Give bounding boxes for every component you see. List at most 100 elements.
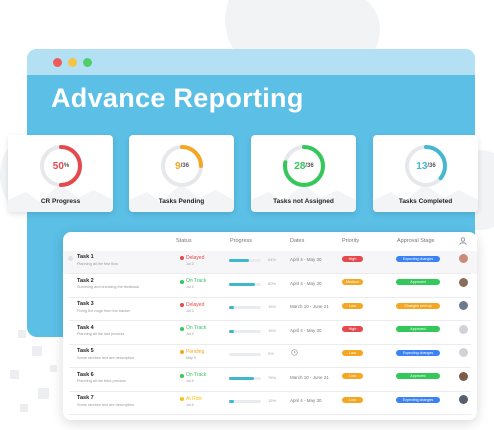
status-dot bbox=[180, 303, 184, 307]
maximize-window-dot[interactable] bbox=[83, 58, 92, 67]
task-dates: April 4 - May 30 bbox=[290, 398, 322, 403]
close-window-dot[interactable] bbox=[53, 58, 62, 67]
progress-bar bbox=[229, 306, 261, 309]
task-dates: April 4 - May 30 bbox=[290, 280, 322, 286]
status-label: On Track bbox=[186, 372, 207, 378]
minimize-window-dot[interactable] bbox=[68, 58, 77, 67]
stat-number: 28 bbox=[294, 160, 306, 172]
progress-bar bbox=[229, 400, 261, 403]
task-description: Some random text are description bbox=[77, 402, 134, 407]
approval-badge[interactable]: Expecting changes bbox=[396, 255, 440, 262]
status-dot bbox=[180, 279, 184, 284]
avatar[interactable] bbox=[459, 254, 468, 263]
task-description: Summing and checking the feedback bbox=[77, 285, 140, 289]
stat-number: 50 bbox=[52, 160, 64, 172]
approval-badge[interactable]: Expecting changes bbox=[396, 396, 440, 403]
avatar[interactable] bbox=[459, 277, 468, 287]
task-dates: April 4 - May 30 bbox=[290, 257, 322, 262]
priority-badge[interactable]: High bbox=[342, 326, 363, 332]
progress-fill bbox=[229, 376, 254, 380]
status-label: Delayed bbox=[186, 301, 205, 308]
priority-badge[interactable]: Low bbox=[342, 349, 363, 356]
row-select-checkbox[interactable] bbox=[68, 256, 73, 261]
stat-suffix: /36 bbox=[180, 163, 189, 169]
header-progress: Progress bbox=[230, 238, 253, 244]
progress-percent: 80% bbox=[268, 280, 277, 286]
avatar[interactable] bbox=[459, 324, 468, 334]
status-dot bbox=[180, 373, 184, 378]
task-description: Planning all the third process bbox=[77, 379, 126, 383]
avatar[interactable] bbox=[459, 301, 468, 310]
task-dates: March 10 - June 21 bbox=[290, 374, 329, 380]
task-description: Planning all the first flow bbox=[77, 261, 118, 266]
stat-suffix: /36 bbox=[305, 163, 314, 169]
approval-badge[interactable]: Expecting changes bbox=[396, 349, 440, 356]
avatar[interactable] bbox=[459, 348, 468, 357]
status-date: Jul 4 bbox=[186, 402, 194, 407]
decorative-pixel bbox=[38, 388, 49, 399]
stat-card[interactable]: 9/36 Tasks Pending bbox=[129, 135, 234, 212]
table-row[interactable]: Task 7 Some random text are description At… bbox=[63, 392, 477, 415]
stat-card[interactable]: 13/36 Tasks Completed bbox=[373, 135, 478, 212]
progress-percent: 15% bbox=[268, 304, 277, 309]
table-row[interactable]: Task 1 Planning all the first flow Delayed… bbox=[63, 251, 477, 274]
decorative-pixel bbox=[10, 370, 19, 379]
table-row[interactable]: Task 6 Planning all the third process On T… bbox=[63, 369, 477, 392]
task-dates: March 10 - June 21 bbox=[290, 304, 329, 309]
table-row[interactable]: Task 4 Planning all the last process On Tr… bbox=[63, 322, 477, 345]
priority-badge[interactable]: Low bbox=[342, 396, 363, 403]
task-name: Task 3 bbox=[77, 301, 94, 307]
approval-badge[interactable]: Approved bbox=[396, 279, 440, 285]
priority-badge[interactable]: High bbox=[342, 255, 363, 262]
task-dates: April 4 - May 30 bbox=[290, 327, 322, 333]
task-name: Task 7 bbox=[77, 395, 94, 401]
status-date: Jul 3 bbox=[186, 308, 194, 313]
task-description: Fixing the bugs from the tracker bbox=[77, 308, 131, 313]
priority-badge[interactable]: Low bbox=[342, 302, 363, 309]
stat-value: 50% bbox=[38, 143, 84, 189]
header-approval: Approval Stage bbox=[397, 238, 435, 244]
status-dot bbox=[180, 397, 184, 401]
stat-label: Tasks not Assigned bbox=[273, 198, 334, 205]
row-divider bbox=[69, 414, 471, 415]
decorative-pixel bbox=[50, 365, 57, 372]
progress-percent: 78% bbox=[268, 374, 277, 380]
stat-label: Tasks Pending bbox=[158, 198, 205, 205]
status-dot bbox=[180, 256, 184, 260]
header-priority: Priority bbox=[342, 238, 360, 244]
header-status: Status bbox=[176, 238, 192, 244]
stat-card[interactable]: 28/36 Tasks not Assigned bbox=[251, 135, 356, 212]
clock-icon[interactable] bbox=[291, 349, 298, 356]
progress-fill bbox=[229, 329, 234, 333]
avatar[interactable] bbox=[459, 371, 468, 381]
decorative-pixel bbox=[18, 330, 26, 338]
status-dot bbox=[180, 350, 184, 354]
stat-label: Tasks Completed bbox=[398, 198, 453, 205]
status-label: Pending bbox=[186, 348, 205, 355]
priority-badge[interactable]: Medium bbox=[342, 279, 363, 285]
progress-bar bbox=[229, 329, 261, 333]
table-row[interactable]: Task 3 Fixing the bugs from the tracker De… bbox=[63, 298, 477, 321]
progress-fill bbox=[229, 259, 250, 262]
approval-badge[interactable]: Approved bbox=[396, 326, 440, 332]
stat-number: 13 bbox=[416, 160, 428, 172]
progress-percent: 15% bbox=[268, 327, 277, 333]
task-name: Task 6 bbox=[77, 371, 94, 378]
approval-badge[interactable]: Changes sent up bbox=[396, 302, 440, 309]
priority-badge[interactable]: Low bbox=[342, 373, 363, 379]
stat-value: 28/36 bbox=[281, 143, 327, 189]
status-date: Jul 4 bbox=[186, 285, 194, 289]
stat-card[interactable]: 50% CR Progress bbox=[8, 135, 113, 212]
table-row[interactable]: Task 2 Summing and checking the feedback O… bbox=[63, 275, 477, 298]
tasks-table: Status Progress Dates Priority Approval … bbox=[63, 232, 477, 420]
window-titlebar bbox=[27, 49, 475, 75]
approval-badge[interactable]: Approved bbox=[396, 373, 440, 379]
table-row[interactable]: Task 5 Some random text are description Pe… bbox=[63, 345, 477, 368]
user-icon bbox=[459, 237, 467, 245]
status-date: Jul 3 bbox=[186, 261, 194, 266]
avatar[interactable] bbox=[459, 395, 468, 404]
progress-bar bbox=[229, 259, 261, 262]
progress-fill bbox=[229, 282, 255, 286]
progress-bar bbox=[229, 353, 261, 356]
task-name: Task 5 bbox=[77, 348, 94, 354]
